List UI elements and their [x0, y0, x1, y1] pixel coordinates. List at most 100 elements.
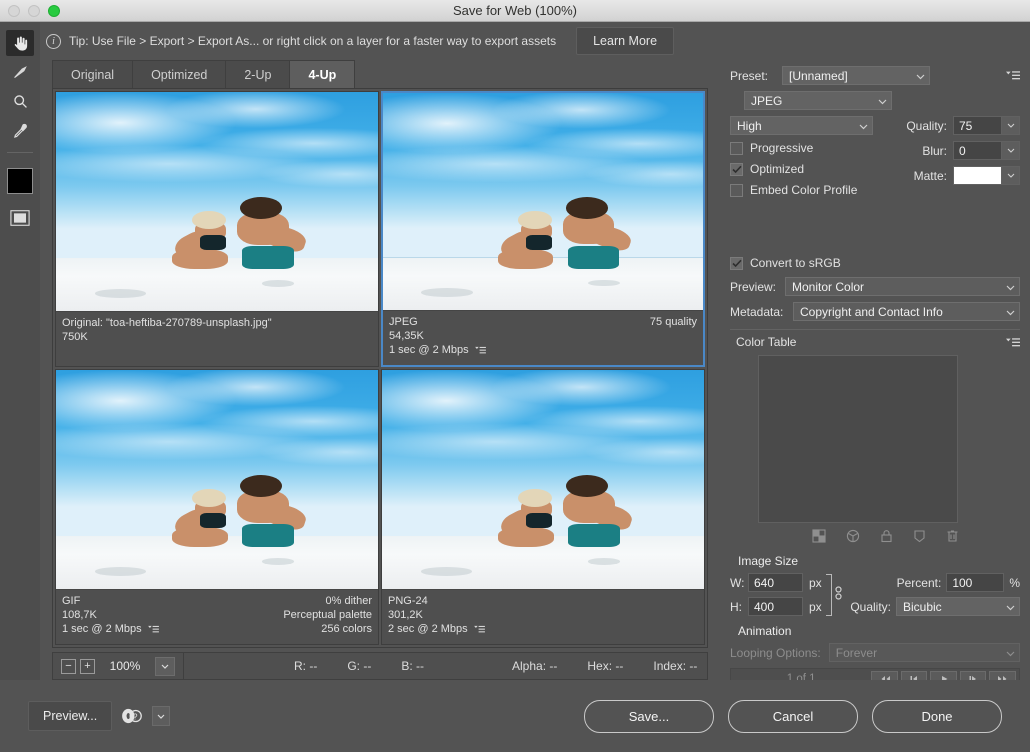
preview-button[interactable]: Preview...: [28, 701, 112, 731]
blur-stepper[interactable]: 0: [953, 141, 1020, 160]
tab-4up[interactable]: 4-Up: [289, 60, 355, 88]
metadata-label: Metadata:: [730, 305, 793, 319]
convert-srgb-checkbox[interactable]: [730, 257, 743, 270]
blur-input[interactable]: 0: [953, 141, 1001, 160]
width-input[interactable]: 640: [748, 573, 803, 592]
four-up-grid: Original: "toa-heftiba-270789-unsplash.j…: [52, 88, 708, 648]
percent-row: Percent: 100 %: [850, 573, 1020, 592]
quality-dropdown-button[interactable]: [1001, 116, 1020, 135]
preview-caption-original: Original: "toa-heftiba-270789-unsplash.j…: [56, 311, 378, 366]
looping-options-value: Forever: [836, 646, 877, 660]
optimized-checkbox[interactable]: [730, 163, 743, 176]
preview-image-png24: [382, 370, 704, 589]
hand-tool[interactable]: [6, 30, 34, 56]
panel-flyout-menu-icon[interactable]: [1006, 70, 1020, 81]
save-button[interactable]: Save...: [584, 700, 714, 733]
preview-quadrant-jpeg[interactable]: JPEG 75 quality 54,35K 1 sec @ 2 Mbps: [381, 91, 705, 367]
matte-label: Matte:: [914, 169, 947, 183]
tools-palette: [0, 22, 40, 752]
cancel-button[interactable]: Cancel: [728, 700, 858, 733]
transparency-icon[interactable]: [812, 529, 826, 546]
browser-preview-icon[interactable]: ?: [120, 705, 144, 727]
optimized-label: Optimized: [750, 162, 804, 176]
embed-profile-checkbox[interactable]: [730, 184, 743, 197]
file-format-select[interactable]: JPEG: [744, 91, 892, 110]
height-row: H: 400 px: [730, 597, 822, 616]
foreground-color-swatch[interactable]: [7, 168, 33, 194]
matte-picker[interactable]: [953, 166, 1020, 185]
readout-index: Index: --: [653, 659, 697, 673]
svg-text:?: ?: [133, 712, 138, 722]
height-label: H:: [730, 600, 748, 614]
quality-input[interactable]: 75: [953, 116, 1001, 135]
preview-quadrant-original[interactable]: Original: "toa-heftiba-270789-unsplash.j…: [55, 91, 379, 367]
zoom-out-button[interactable]: −: [61, 659, 76, 674]
preview-area: Original Optimized 2-Up 4-Up: [40, 60, 718, 680]
learn-more-button[interactable]: Learn More: [576, 27, 674, 55]
preview-quadrant-png24[interactable]: PNG-24 301,2K 2 sec @ 2 Mbps: [381, 369, 705, 645]
title-bar: Save for Web (100%): [0, 0, 1030, 22]
caption-line3-left: 2 sec @ 2 Mbps: [388, 623, 468, 635]
convert-srgb-row[interactable]: Convert to sRGB: [730, 256, 1020, 270]
link-chain-icon[interactable]: [833, 583, 844, 606]
preview-dropdown-button[interactable]: [152, 706, 170, 726]
preview-quadrant-gif[interactable]: GIF 0% dither 108,7K Perceptual palette …: [55, 369, 379, 645]
zoom-tool[interactable]: [6, 88, 34, 114]
caption-line2-left: 54,35K: [389, 329, 424, 343]
metadata-row: Metadata: Copyright and Contact Info: [730, 302, 1020, 321]
readout-red: R: --: [294, 659, 317, 673]
chevron-down-icon: [1006, 646, 1015, 660]
quality-stepper[interactable]: 75: [953, 116, 1020, 135]
tab-optimized[interactable]: Optimized: [132, 60, 226, 88]
done-button[interactable]: Done: [872, 700, 1002, 733]
metadata-select[interactable]: Copyright and Contact Info: [793, 302, 1020, 321]
zoom-dropdown-button[interactable]: [155, 657, 175, 676]
toggle-slices-visibility-icon[interactable]: [6, 205, 34, 231]
trash-icon[interactable]: [946, 529, 959, 546]
color-readouts: R: -- G: -- B: -- Alpha: -- Hex: -- Inde…: [184, 659, 707, 673]
preview-caption-png24: PNG-24 301,2K 2 sec @ 2 Mbps: [382, 589, 704, 644]
chevron-down-icon: [878, 94, 887, 108]
embed-profile-row[interactable]: Embed Color Profile: [730, 183, 896, 197]
tip-text: Tip: Use File > Export > Export As... or…: [69, 34, 556, 48]
color-table-title: Color Table: [736, 335, 796, 349]
preset-select[interactable]: [Unnamed]: [782, 66, 930, 85]
caption-line1-left: Original: "toa-heftiba-270789-unsplash.j…: [62, 316, 272, 330]
web-shift-icon[interactable]: [846, 529, 860, 546]
new-swatch-icon[interactable]: [913, 529, 926, 546]
preview-flyout-menu-icon[interactable]: [474, 624, 485, 638]
preset-row: Preset: [Unnamed]: [730, 66, 1020, 85]
caption-line1-left: PNG-24: [388, 594, 428, 608]
preview-select[interactable]: Monitor Color: [785, 277, 1020, 296]
height-input[interactable]: 400: [748, 597, 803, 616]
percent-input[interactable]: 100: [946, 573, 1004, 592]
preview-flyout-menu-icon[interactable]: [148, 624, 159, 638]
color-table-flyout-menu-icon[interactable]: [1006, 337, 1020, 348]
optimized-row[interactable]: Optimized: [730, 162, 896, 176]
eyedropper-tool[interactable]: [6, 117, 34, 143]
color-table-swatches[interactable]: [758, 355, 958, 523]
zoom-in-button[interactable]: +: [80, 659, 95, 674]
window-title: Save for Web (100%): [0, 3, 1030, 18]
caption-line2-left: 750K: [62, 330, 88, 344]
resample-quality-select[interactable]: Bicubic: [896, 597, 1020, 616]
resample-quality-label: Quality:: [850, 600, 891, 614]
tab-2up[interactable]: 2-Up: [225, 60, 290, 88]
lock-icon[interactable]: [880, 529, 893, 546]
percent-unit: %: [1009, 576, 1020, 590]
zoom-level-value[interactable]: 100%: [99, 659, 151, 673]
matte-dropdown-button[interactable]: [1001, 166, 1020, 185]
caption-line1-right: 0% dither: [326, 594, 372, 608]
matte-color-swatch[interactable]: [953, 166, 1001, 185]
percent-label: Percent:: [897, 576, 942, 590]
progressive-row[interactable]: Progressive: [730, 141, 896, 155]
preview-flyout-menu-icon[interactable]: [475, 345, 486, 359]
height-unit: px: [809, 600, 822, 614]
tab-original[interactable]: Original: [52, 60, 133, 88]
quality-preset-select[interactable]: High: [730, 116, 873, 135]
slice-select-tool[interactable]: [6, 59, 34, 85]
image-size-title: Image Size: [738, 554, 1020, 568]
blur-dropdown-button[interactable]: [1001, 141, 1020, 160]
progressive-checkbox[interactable]: [730, 142, 743, 155]
looping-options-row: Looping Options: Forever: [730, 643, 1020, 662]
